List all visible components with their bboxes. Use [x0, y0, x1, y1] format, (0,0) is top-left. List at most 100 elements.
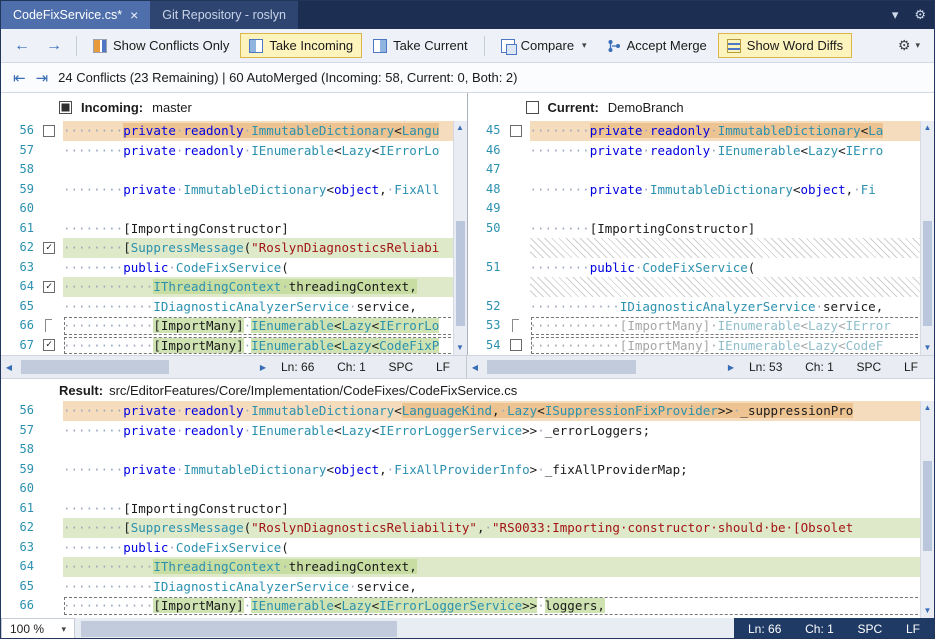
scrollbar-thumb[interactable]	[923, 221, 932, 326]
line-number: 50	[468, 219, 508, 239]
incoming-status: Ln: 66 Ch: 1 SPC LF	[271, 360, 466, 374]
gutter	[508, 121, 530, 141]
show-conflicts-only-button[interactable]: Show Conflicts Only	[84, 33, 238, 58]
scroll-up-icon[interactable]: ▲	[454, 121, 467, 135]
take-current-button[interactable]: Take Current	[364, 33, 476, 58]
code-line: 64✓············IThreadingContext·threadi…	[1, 277, 467, 297]
gutter	[508, 336, 530, 356]
line-checkbox[interactable]	[43, 125, 55, 137]
incoming-horizontal-scrollbar[interactable]	[17, 356, 255, 378]
scroll-left-icon[interactable]: ◀	[1, 363, 17, 372]
scrollbar-thumb[interactable]	[81, 621, 397, 637]
scroll-up-icon[interactable]: ▲	[921, 401, 934, 415]
accept-merge-button[interactable]: Accept Merge	[598, 33, 716, 58]
zoom-control[interactable]: 100 % ▾	[1, 618, 75, 639]
code-line: 62✓········[SuppressMessage("RoslynDiagn…	[1, 238, 467, 258]
scrollbar-thumb[interactable]	[487, 360, 636, 374]
scroll-down-icon[interactable]: ▼	[454, 341, 467, 355]
code-line: 60	[1, 479, 934, 499]
gutter	[41, 557, 63, 577]
line-checkbox[interactable]	[510, 125, 522, 137]
back-icon[interactable]: ←	[7, 37, 37, 55]
code-text: ········private·readonly·IEnumerable<Laz…	[63, 421, 934, 441]
current-vertical-scrollbar[interactable]: ▲ ▼	[920, 121, 934, 355]
line-number: 61	[1, 219, 41, 239]
scroll-up-icon[interactable]: ▲	[921, 121, 934, 135]
current-code-area[interactable]: 45········private·readonly·ImmutableDict…	[468, 121, 935, 355]
incoming-code-area[interactable]: 56········private·readonly·ImmutableDict…	[1, 121, 467, 355]
code-line: 58	[1, 160, 467, 180]
chevron-down-icon: ▾	[915, 40, 920, 51]
scroll-down-icon[interactable]: ▼	[921, 604, 934, 618]
code-text: ········public·CodeFixService(	[63, 538, 934, 558]
pane-scroll-strip: ◀ ▶ Ln: 66 Ch: 1 SPC LF ◀ ▶ Ln: 53 Ch: 1…	[1, 355, 934, 379]
result-vertical-scrollbar[interactable]: ▲ ▼	[920, 401, 934, 618]
gutter	[508, 258, 530, 278]
scroll-right-icon[interactable]: ▶	[255, 363, 271, 372]
gutter	[508, 141, 530, 161]
code-line: 57········private·readonly·IEnumerable<L…	[1, 141, 467, 161]
gutter	[41, 121, 63, 141]
gutter	[41, 141, 63, 161]
scroll-right-icon[interactable]: ▶	[723, 363, 739, 372]
incoming-vertical-scrollbar[interactable]: ▲ ▼	[453, 121, 467, 355]
line-number: 60	[1, 199, 41, 219]
gear-icon[interactable]: ⚙	[906, 7, 934, 23]
gear-icon: ⚙	[898, 37, 911, 54]
tab-git-repository[interactable]: Git Repository - roslyn	[150, 1, 298, 29]
code-line: 61 ········[ImportingConstructor]	[1, 219, 467, 239]
line-number: 66	[1, 596, 41, 616]
next-conflict-icon[interactable]: ⇥	[36, 69, 49, 87]
prev-conflict-icon[interactable]: ⇤	[13, 69, 26, 87]
incoming-checkbox[interactable]	[59, 101, 72, 114]
code-line: 65············IDiagnosticAnalyzerService…	[1, 577, 934, 597]
code-line: 48········private·ImmutableDictionary<ob…	[468, 180, 935, 200]
gutter	[41, 518, 63, 538]
line-number: 45	[468, 121, 508, 141]
line-checkbox[interactable]: ✓	[43, 242, 55, 254]
line-number: 66	[1, 316, 41, 336]
scrollbar-thumb[interactable]	[21, 360, 169, 374]
gutter: ✓	[41, 277, 63, 297]
toolbar-gear-button[interactable]: ⚙ ▾	[890, 37, 928, 54]
vs-merge-window: CodeFixService.cs* × Git Repository - ro…	[0, 0, 935, 639]
gutter: ✓	[41, 336, 63, 356]
code-line: 66············[ImportMany]·IEnumerable<L…	[1, 316, 467, 336]
current-horizontal-scrollbar[interactable]	[483, 356, 723, 378]
gutter	[41, 160, 63, 180]
current-checkbox[interactable]	[526, 101, 539, 114]
code-text: ········[SuppressMessage("RoslynDiagnost…	[63, 518, 934, 538]
tab-codefixservice[interactable]: CodeFixService.cs* ×	[1, 1, 150, 29]
current-label: Current:	[548, 100, 599, 115]
scrollbar-thumb[interactable]	[923, 461, 932, 551]
line-checkbox[interactable]: ✓	[43, 339, 55, 351]
result-file-path: src/EditorFeatures/Core/Implementation/C…	[109, 383, 517, 398]
gutter	[41, 297, 63, 317]
show-word-diffs-button[interactable]: Show Word Diffs	[718, 33, 852, 58]
scrollbar-thumb[interactable]	[456, 221, 465, 326]
chevron-down-icon: ▾	[582, 40, 587, 51]
code-line: 46········private·readonly·IEnumerable<L…	[468, 141, 935, 161]
line-checkbox[interactable]	[510, 339, 522, 351]
code-text: ············[ImportMany]·IEnumerable<Laz…	[63, 596, 934, 616]
gutter	[41, 180, 63, 200]
take-incoming-button[interactable]: Take Incoming	[240, 33, 362, 58]
forward-icon[interactable]: →	[39, 37, 69, 55]
scroll-left-icon[interactable]: ◀	[467, 363, 483, 372]
compare-button[interactable]: Compare ▾	[492, 33, 596, 58]
scroll-down-icon[interactable]: ▼	[921, 341, 934, 355]
code-line: 60	[1, 199, 467, 219]
button-label: Show Conflicts Only	[113, 38, 229, 53]
take-incoming-icon	[249, 39, 263, 53]
current-status: Ln: 53 Ch: 1 SPC LF	[739, 360, 934, 374]
code-text: ············IDiagnosticAnalyzerService·s…	[530, 297, 935, 317]
code-text: ········[ImportingConstructor]	[63, 219, 467, 239]
close-icon[interactable]: ×	[130, 9, 138, 21]
result-code-area[interactable]: 56········private·readonly·ImmutableDict…	[1, 401, 934, 618]
code-line: 54············[ImportMany]·IEnumerable<L…	[468, 336, 935, 356]
chevron-down-icon[interactable]: ▾	[884, 7, 907, 23]
line-number: 57	[1, 141, 41, 161]
line-checkbox[interactable]: ✓	[43, 281, 55, 293]
button-label: Show Word Diffs	[747, 38, 843, 53]
result-horizontal-scrollbar[interactable]	[75, 618, 734, 639]
